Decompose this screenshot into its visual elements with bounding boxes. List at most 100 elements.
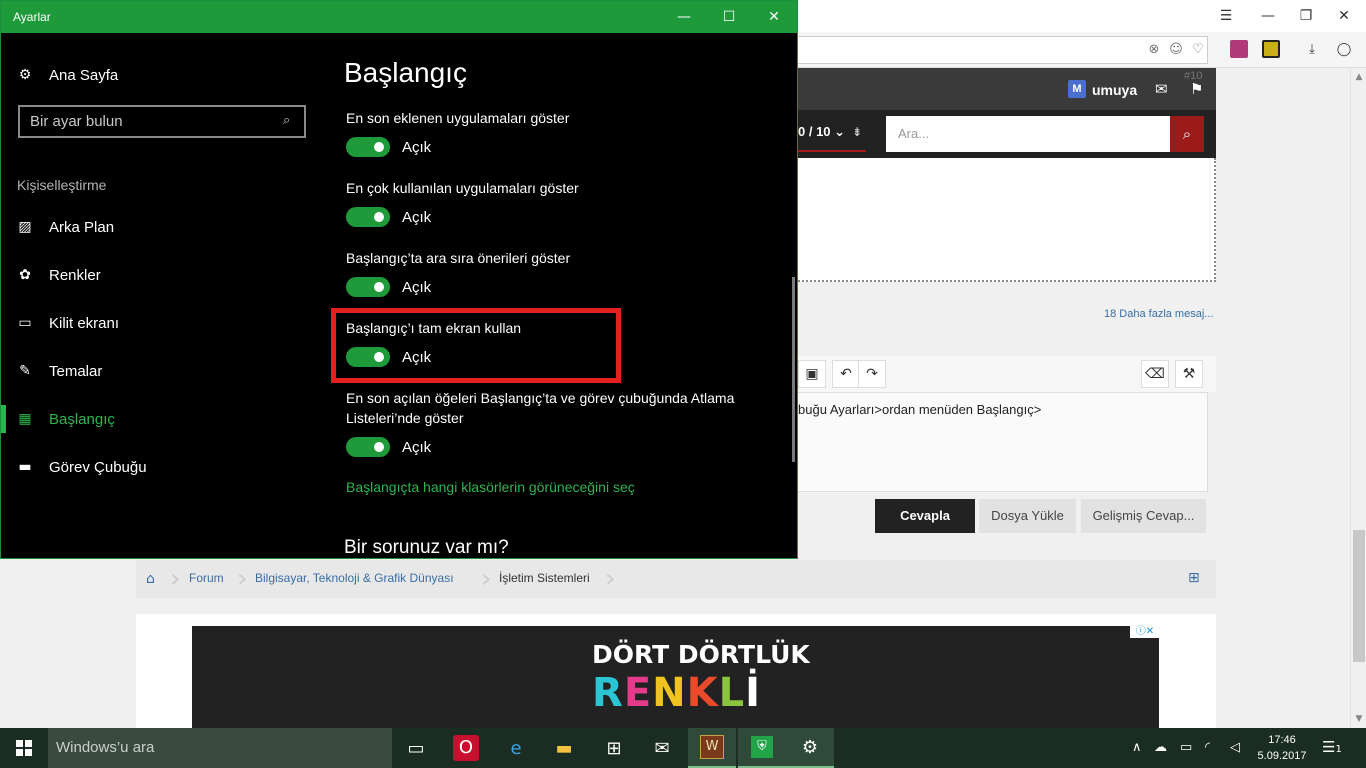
home-icon[interactable]: ⌂	[146, 571, 155, 587]
breadcrumb-current[interactable]: İşletim Sistemleri	[499, 571, 590, 585]
flag-icon[interactable]: ⚑	[1190, 80, 1203, 98]
minimize-button[interactable]: —	[673, 6, 695, 28]
sidebar-item-start[interactable]: ▦ Başlangıç	[17, 403, 115, 435]
forum-header	[798, 68, 1216, 110]
wrench-icon[interactable]: ⚒	[1175, 360, 1203, 388]
start-button[interactable]	[0, 728, 48, 768]
browser-restore-button[interactable]: ❐	[1296, 6, 1316, 26]
stop-icon[interactable]: ⊗	[1146, 42, 1162, 58]
edge-icon[interactable]: e	[492, 728, 540, 768]
active-nav-indicator	[1, 405, 6, 433]
image-icon: ▨	[18, 219, 32, 235]
scroll-down-arrow[interactable]: ▼	[1354, 714, 1364, 724]
toggle-jump-lists[interactable]	[346, 437, 390, 457]
toggle-state: Açık	[402, 439, 432, 456]
forum-search-input[interactable]: Ara...	[886, 116, 1170, 152]
breadcrumb-category[interactable]: Bilgisayar, Teknoloji & Grafik Dünyası	[255, 571, 454, 585]
defender-icon[interactable]: ⛨	[738, 728, 786, 768]
breadcrumb-forum[interactable]: Forum	[189, 571, 224, 585]
breadcrumb-separator: ›	[170, 564, 181, 594]
extension-icon[interactable]	[1230, 40, 1248, 58]
emoji-icon[interactable]: ☺	[1168, 42, 1184, 58]
page-selector[interactable]: 0 / 10 ⌄	[798, 124, 845, 140]
sidebar-item-label: Temalar	[49, 362, 103, 380]
toggle-most-used[interactable]	[346, 207, 390, 227]
sidebar-item-colors[interactable]: ✿ Renkler	[17, 259, 101, 291]
browser-menu-icon[interactable]: ☰	[1216, 6, 1236, 26]
file-explorer-icon[interactable]: ▬	[540, 728, 588, 768]
nav-home[interactable]: ⚙ Ana Sayfa	[17, 59, 119, 91]
sidebar-item-themes[interactable]: ✎ Temalar	[17, 355, 102, 387]
ad-info-icon[interactable]: ⓘ✕	[1130, 626, 1160, 638]
save-icon[interactable]: ▣	[798, 360, 826, 388]
taskbar-clock[interactable]: 17:46 5.09.2017	[1254, 732, 1310, 764]
windows-logo-icon	[16, 740, 32, 756]
sidebar-item-lock-screen[interactable]: ▭ Kilit ekranı	[17, 307, 119, 339]
heart-icon[interactable]: ♡	[1190, 42, 1206, 58]
task-view-icon[interactable]: ▭	[392, 728, 440, 768]
help-heading: Bir sorunuz var mı?	[344, 537, 509, 558]
user-avatar[interactable]: M	[1068, 80, 1086, 98]
reply-button[interactable]: Cevapla	[875, 499, 975, 533]
redo-icon[interactable]: ↷	[858, 360, 886, 388]
settings-taskbar-icon[interactable]: ⚙	[786, 728, 834, 768]
nav-section-heading: Kişiselleştirme	[17, 177, 107, 193]
user-name[interactable]: umuya	[1092, 82, 1137, 98]
mail-icon[interactable]: ✉	[1155, 80, 1168, 98]
tray-chevron-icon[interactable]: ∧	[1132, 740, 1142, 755]
option-label: En son açılan öğeleri Başlangıç’ta ve gö…	[346, 390, 735, 426]
editor-text: buğu Ayarları>ordan menüden Başlangıç>	[798, 402, 1042, 417]
download-icon[interactable]: ⤓	[1304, 42, 1320, 58]
advanced-reply-button[interactable]: Gelişmiş Cevap...	[1081, 499, 1206, 533]
eraser-icon[interactable]: ⌫	[1141, 360, 1169, 388]
scroll-up-arrow[interactable]: ▲	[1354, 72, 1364, 82]
ad-renkli: RENKLİ	[592, 670, 762, 716]
user-profile-icon[interactable]: ◯	[1336, 42, 1352, 58]
toggle-suggestions[interactable]	[346, 277, 390, 297]
option-label: En çok kullanılan uygulamaları göster	[346, 180, 579, 196]
opera-icon[interactable]: O	[442, 728, 490, 768]
settings-scrollbar[interactable]	[792, 277, 795, 462]
highlight-box	[331, 308, 621, 383]
notification-icon[interactable]: ☰1	[1322, 738, 1342, 756]
upload-button[interactable]: Dosya Yükle	[979, 499, 1076, 533]
sidebar-item-taskbar[interactable]: ▬ Görev Çubuğu	[17, 451, 146, 483]
clock-time: 17:46	[1268, 734, 1296, 746]
page-selector-underline	[798, 150, 866, 152]
more-messages-link[interactable]: 18 Daha fazla mesaj...	[1104, 308, 1213, 320]
browser-close-button[interactable]: ✕	[1334, 6, 1354, 26]
taskbar-search-input[interactable]: Windows’u ara	[48, 728, 392, 768]
breadcrumb-separator: ›	[605, 564, 616, 594]
breadcrumb-separator: ›	[237, 564, 248, 594]
toggle-state: Açık	[402, 209, 432, 226]
wifi-icon[interactable]: ◜	[1205, 740, 1210, 755]
maximize-button[interactable]: ☐	[718, 6, 740, 28]
start-icon: ▦	[18, 411, 32, 427]
sidebar-item-label: Başlangıç	[49, 410, 115, 428]
browser-scrollbar[interactable]: ▲ ▼	[1350, 68, 1366, 728]
close-button[interactable]: ✕	[763, 6, 785, 28]
store-icon[interactable]: ⊞	[590, 728, 638, 768]
toggle-recently-added[interactable]	[346, 137, 390, 157]
sitemap-icon[interactable]: ⊞	[1188, 570, 1200, 586]
scroll-thumb[interactable]	[1353, 530, 1365, 662]
gear-icon: ⚙	[18, 67, 32, 83]
taskbar-icon: ▬	[18, 459, 32, 475]
browser-minimize-button[interactable]: —	[1258, 6, 1278, 26]
choose-folders-link[interactable]: Başlangıçta hangi klasörlerin görüneceği…	[346, 479, 635, 495]
volume-icon[interactable]: ◁	[1230, 740, 1240, 755]
themes-icon: ✎	[19, 363, 31, 379]
search-icon[interactable]: ⌕	[283, 113, 290, 128]
onedrive-icon[interactable]: ☁	[1154, 740, 1167, 755]
settings-search-input[interactable]: Bir ayar bulun	[18, 105, 306, 138]
forum-search-button[interactable]: ⌕	[1170, 116, 1204, 152]
notification-count: 1	[1335, 744, 1342, 755]
sort-icon[interactable]: ⇟	[852, 125, 862, 139]
extension-icon[interactable]	[1262, 40, 1280, 58]
sidebar-item-background[interactable]: ▨ Arka Plan	[17, 211, 114, 243]
battery-icon[interactable]: ▭	[1180, 740, 1192, 755]
breadcrumb-separator: ›	[481, 564, 492, 594]
winrar-icon[interactable]: W	[688, 728, 736, 768]
undo-icon[interactable]: ↶	[832, 360, 860, 388]
mail-icon[interactable]: ✉	[638, 728, 686, 768]
